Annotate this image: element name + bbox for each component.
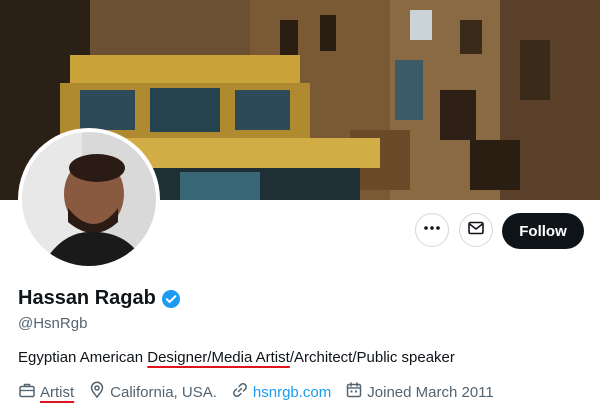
profile-meta: Artist California, USA. hsnrgb.com Joine… xyxy=(18,381,508,403)
joined-text: Joined March 2011 xyxy=(367,383,494,401)
ellipsis-icon xyxy=(423,219,441,242)
handle: @HsnRgb xyxy=(18,315,88,332)
name-row: Hassan Ragab xyxy=(18,287,181,310)
follow-button[interactable]: Follow xyxy=(502,213,584,249)
profession-text: Artist xyxy=(40,383,75,401)
bio-text-rest: /Architect/Public speaker xyxy=(289,349,455,366)
link-icon xyxy=(231,381,253,403)
meta-joined: Joined March 2011 xyxy=(345,381,494,403)
meta-website[interactable]: hsnrgb.com xyxy=(231,381,331,403)
location-text: California, USA. xyxy=(110,383,217,401)
more-button[interactable] xyxy=(415,213,449,247)
verified-badge-icon[interactable] xyxy=(161,289,181,309)
bio: Egyptian American Designer/Media Artist/… xyxy=(18,349,455,366)
meta-profession: Artist xyxy=(18,381,74,403)
bio-text: Egyptian American xyxy=(18,349,148,366)
website-link[interactable]: hsnrgb.com xyxy=(253,384,331,401)
envelope-icon xyxy=(467,219,485,242)
calendar-icon xyxy=(345,381,367,403)
avatar-border xyxy=(18,128,160,270)
location-pin-icon xyxy=(88,381,110,403)
bio-highlight: Designer/Media Artist xyxy=(147,349,290,366)
avatar[interactable] xyxy=(22,132,156,266)
briefcase-icon xyxy=(18,381,40,403)
display-name: Hassan Ragab xyxy=(18,287,156,309)
meta-location: California, USA. xyxy=(88,381,217,403)
message-button[interactable] xyxy=(459,213,493,247)
